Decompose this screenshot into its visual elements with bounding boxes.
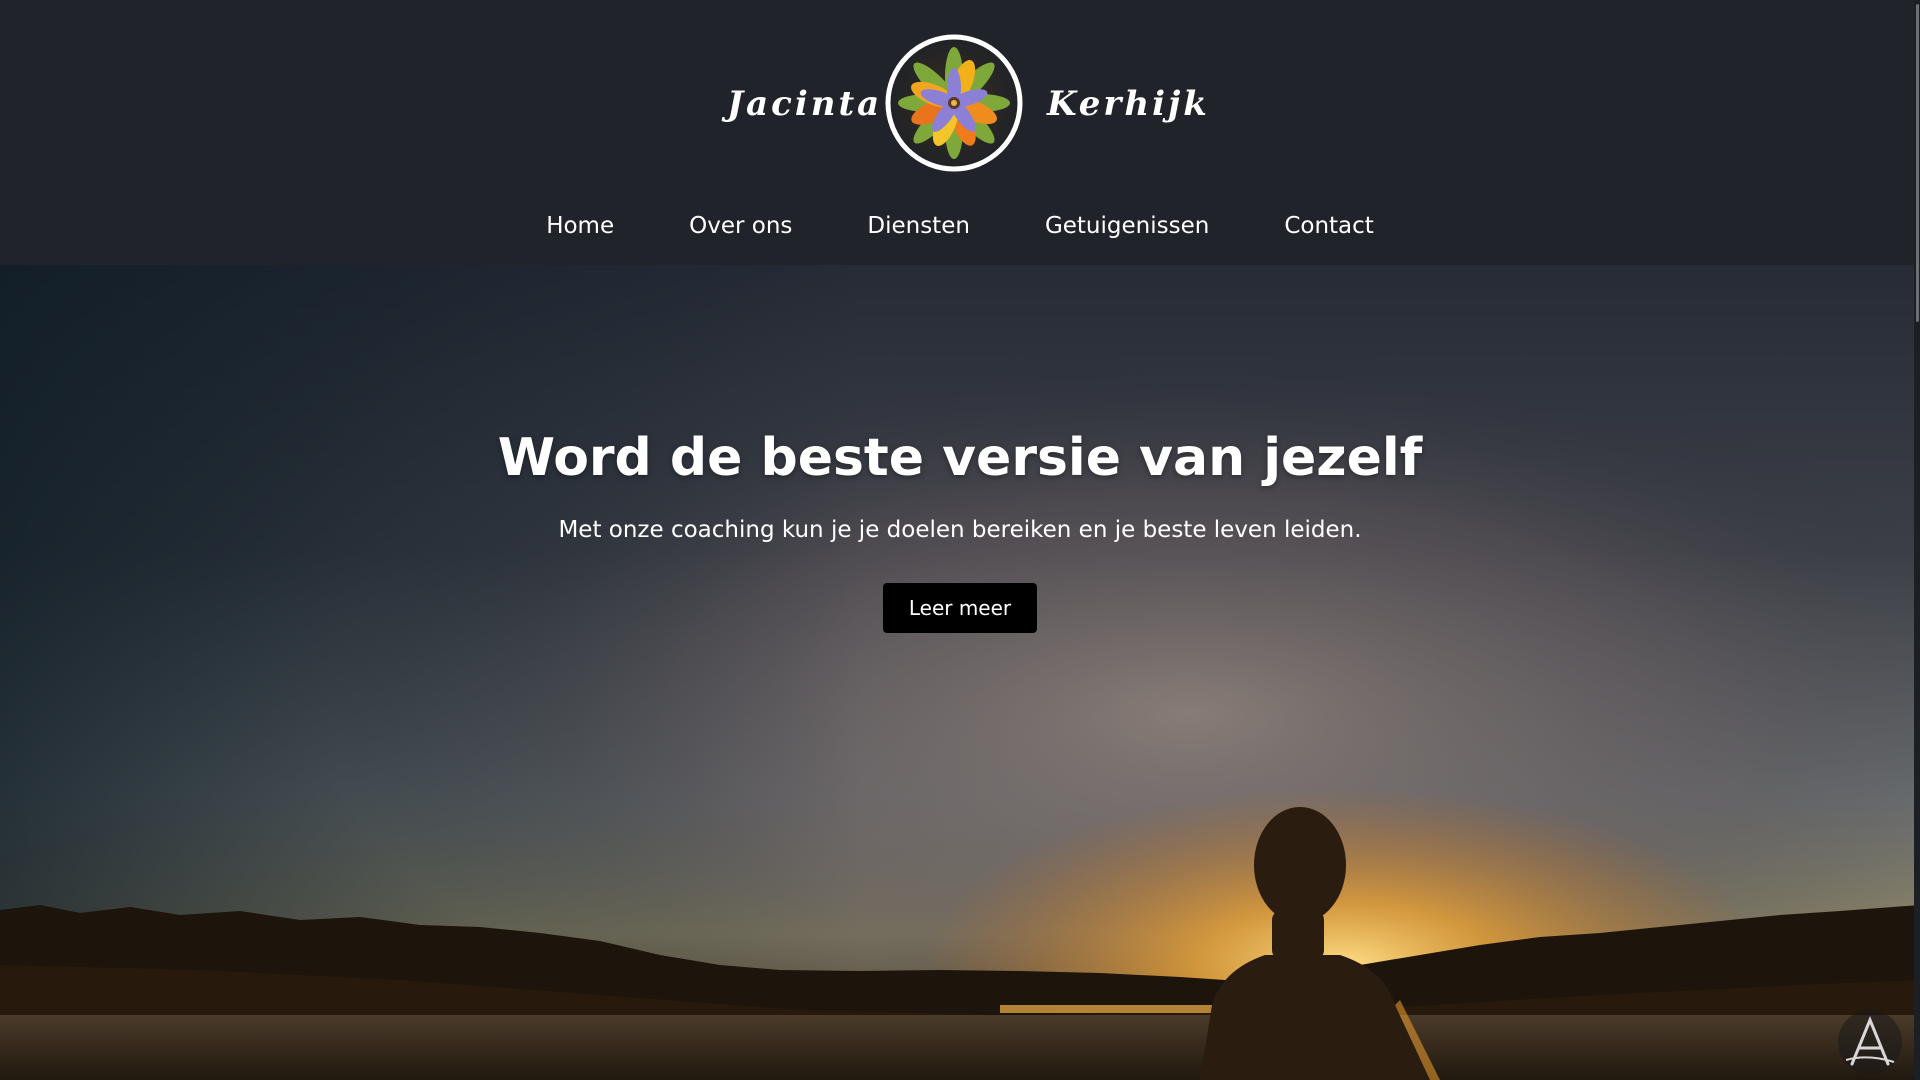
hero-subtitle: Met onze coaching kun je je doelen berei… bbox=[558, 517, 1362, 543]
flower-mandala-icon[interactable] bbox=[885, 34, 1023, 172]
letter-a-glyph bbox=[1845, 1016, 1895, 1066]
brand-first-name: Jacinta bbox=[727, 84, 883, 124]
hero-title: Word de beste versie van jezelf bbox=[497, 428, 1423, 488]
brand: Jacinta Kerhijk bbox=[0, 34, 1920, 176]
page: Jacinta Kerhijk Home Over ons Diensten G… bbox=[0, 0, 1920, 1080]
scrollbar-thumb[interactable] bbox=[1916, 4, 1919, 322]
nav-item-diensten[interactable]: Diensten bbox=[867, 206, 970, 246]
main-nav: Home Over ons Diensten Getuigenissen Con… bbox=[0, 206, 1920, 246]
hero-background-image bbox=[0, 265, 1920, 1080]
leer-meer-button[interactable]: Leer meer bbox=[883, 583, 1037, 633]
hero-section: Word de beste versie van jezelf Met onze… bbox=[0, 265, 1920, 1080]
nav-item-contact[interactable]: Contact bbox=[1284, 206, 1373, 246]
letter-a-logo-icon[interactable] bbox=[1838, 1010, 1902, 1074]
brand-last-name: Kerhijk bbox=[1047, 84, 1210, 124]
nav-item-home[interactable]: Home bbox=[546, 206, 614, 246]
nav-item-over-ons[interactable]: Over ons bbox=[689, 206, 792, 246]
nav-item-getuigenissen[interactable]: Getuigenissen bbox=[1045, 206, 1209, 246]
page-scrollbar[interactable] bbox=[1914, 0, 1920, 1080]
site-header: Jacinta Kerhijk Home Over ons Diensten G… bbox=[0, 0, 1920, 265]
